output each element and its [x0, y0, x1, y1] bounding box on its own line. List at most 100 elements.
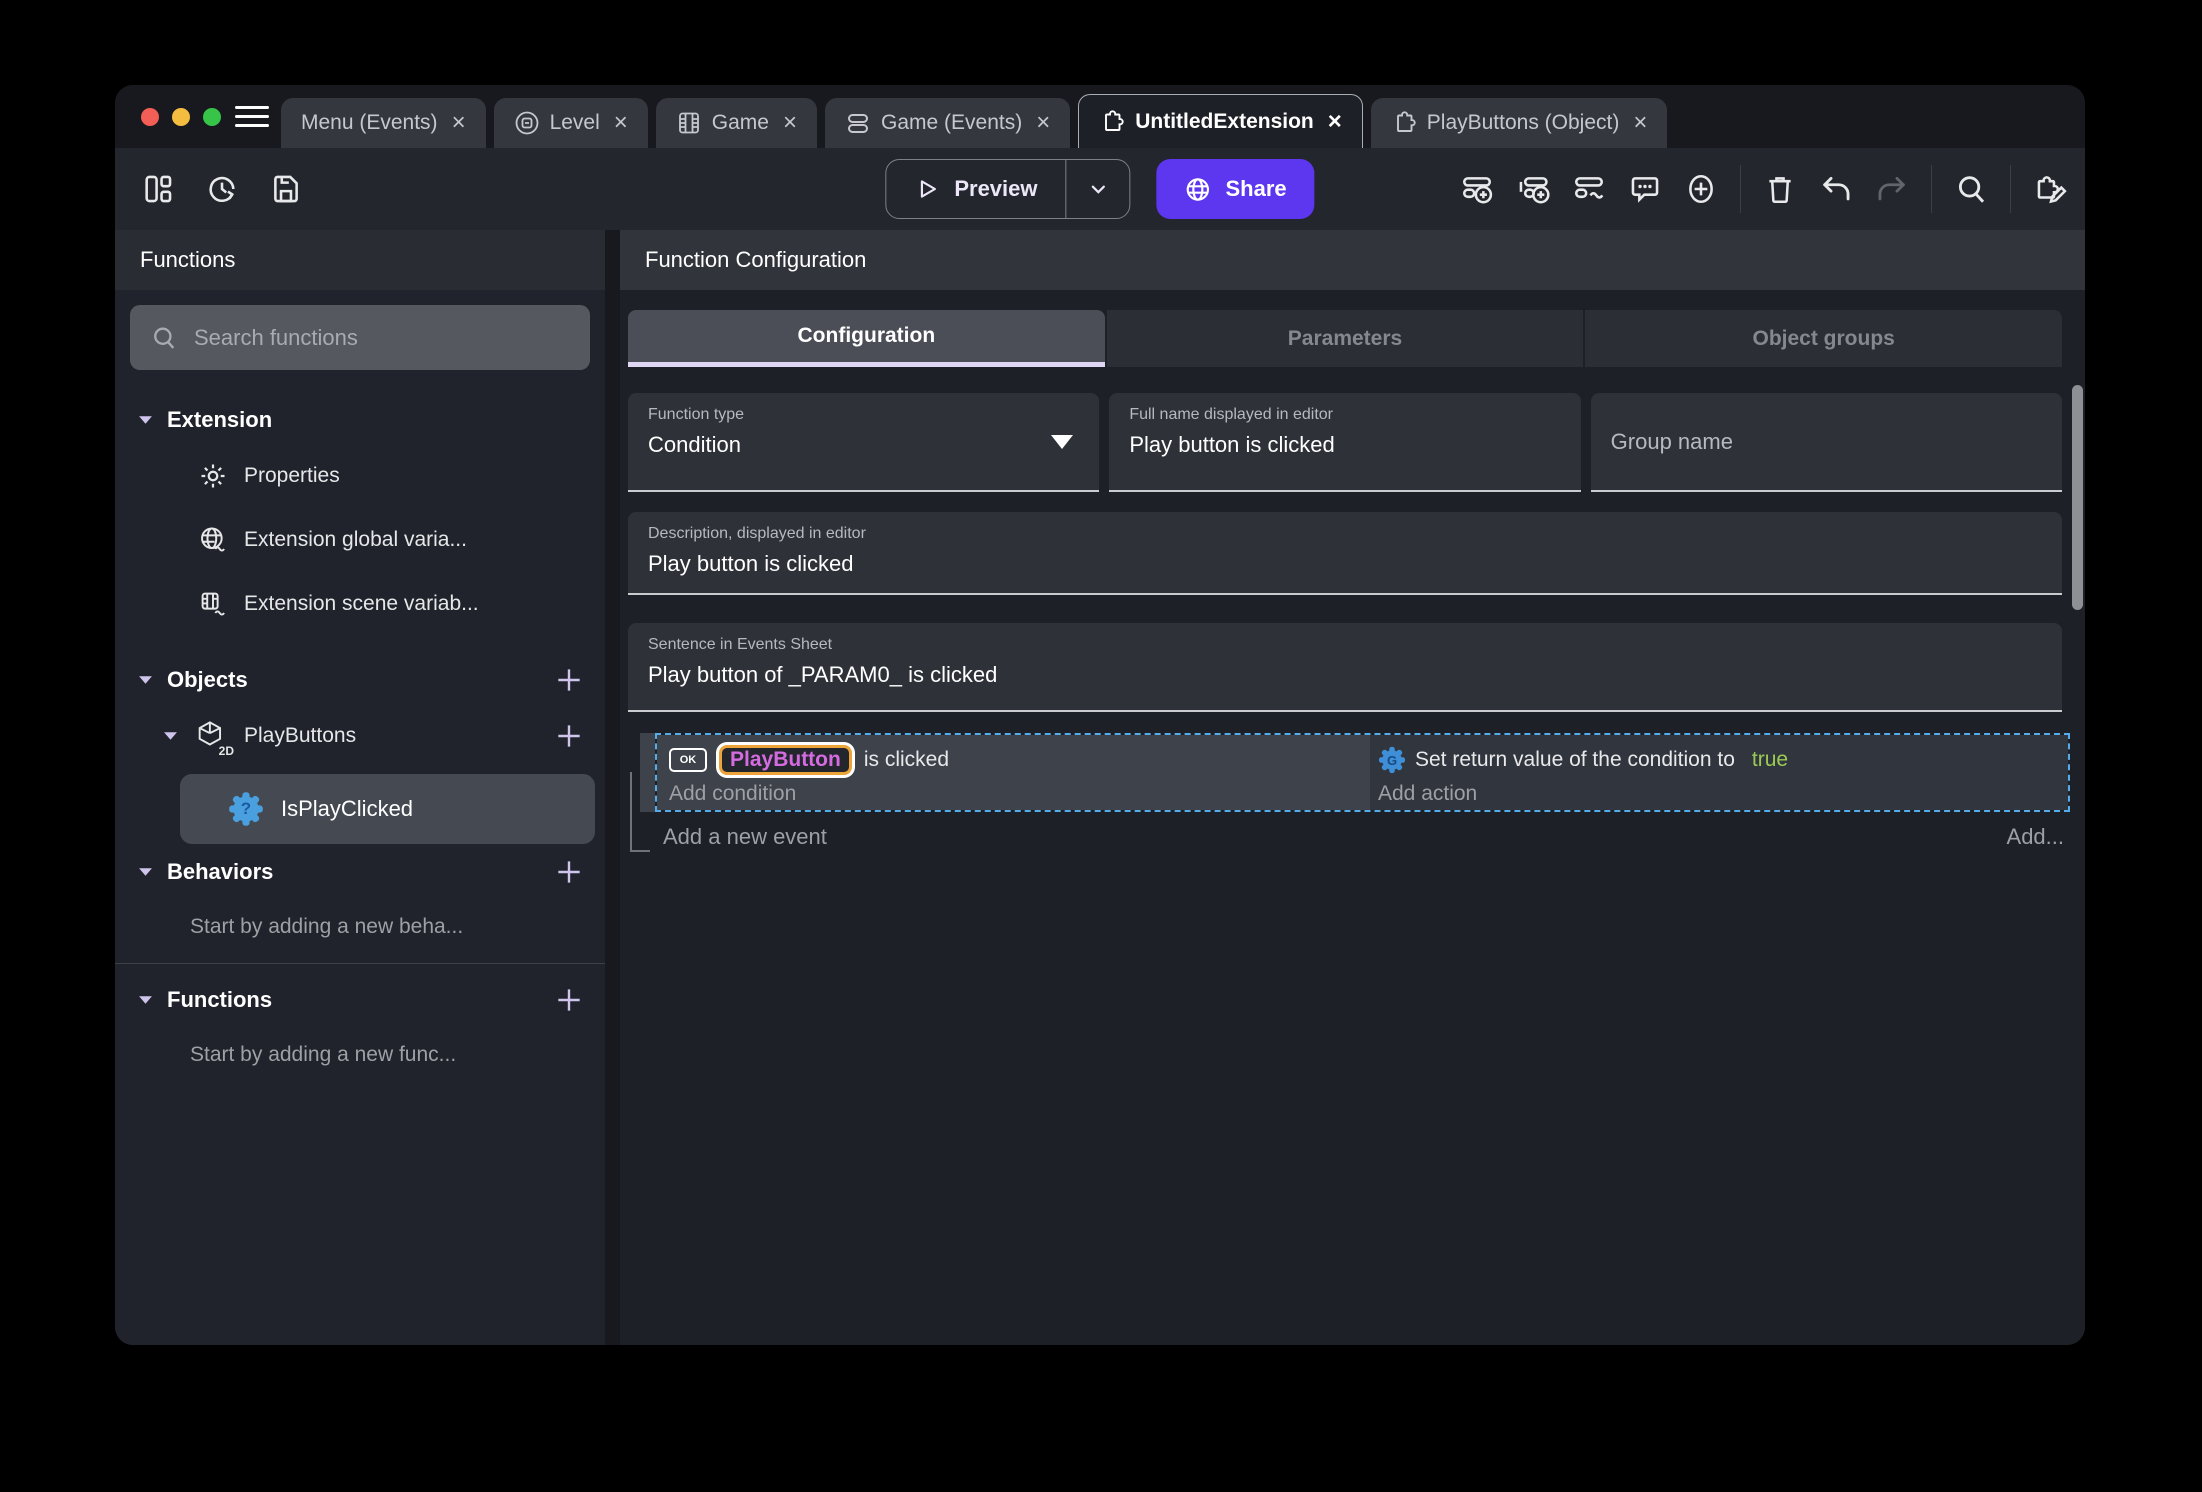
close-icon[interactable]: ×	[1032, 111, 1050, 135]
undo-icon[interactable]	[1819, 172, 1853, 206]
section-behaviors[interactable]: Behaviors	[115, 848, 605, 896]
dropdown-arrow-icon[interactable]	[1051, 435, 1074, 449]
history-icon[interactable]	[205, 172, 239, 206]
gear-icon	[198, 461, 228, 491]
section-extension[interactable]: Extension	[115, 396, 605, 444]
sidebar-item-extension-scene-variables[interactable]: Extension scene variab...	[115, 572, 605, 636]
add-circle-icon[interactable]	[1684, 172, 1718, 206]
description-field[interactable]: Description, displayed in editor Play bu…	[628, 512, 2062, 595]
minimize-window-button[interactable]	[172, 107, 190, 126]
tab-playbuttons-object[interactable]: PlayButtons (Object) ×	[1370, 98, 1668, 148]
button-object-icon: OK	[669, 748, 707, 772]
add-other-event-icon[interactable]	[1572, 172, 1606, 206]
chevron-down-icon[interactable]	[163, 731, 178, 741]
tab-game-events[interactable]: Game (Events) ×	[825, 98, 1071, 148]
close-icon[interactable]: ×	[1324, 109, 1342, 134]
window-body: Functions Extension Properties	[115, 230, 2085, 1345]
conditions-column[interactable]: OK PlayButton is clicked Add condition	[657, 735, 1370, 810]
tab-bar: Menu (Events) × Level × Game × Game (Eve…	[115, 85, 2085, 148]
preview-button[interactable]: Preview	[886, 160, 1065, 218]
add-function-button[interactable]	[553, 984, 585, 1016]
close-icon[interactable]: ×	[1629, 111, 1647, 135]
film-icon	[676, 110, 702, 136]
comment-icon[interactable]	[1628, 172, 1662, 206]
main-menu-icon[interactable]	[235, 85, 269, 148]
events-sheet-icon	[845, 110, 871, 136]
sentence-field[interactable]: Sentence in Events Sheet Play button of …	[628, 623, 2062, 712]
sidebar-item-extension-global-variables[interactable]: Extension global varia...	[115, 508, 605, 572]
save-icon[interactable]	[269, 172, 303, 206]
tab-configuration[interactable]: Configuration	[628, 310, 1105, 367]
2d-badge: 2D	[218, 744, 234, 758]
functions-sidebar: Functions Extension Properties	[115, 230, 605, 1345]
add-object-function-button[interactable]	[553, 720, 585, 752]
condition-object-chip[interactable]: PlayButton	[719, 745, 852, 775]
search-icon[interactable]	[1954, 172, 1988, 206]
condition-text: is clicked	[863, 748, 950, 771]
scene-icon	[514, 110, 540, 136]
tab-level[interactable]: Level ×	[493, 98, 648, 148]
redo-icon[interactable]	[1875, 172, 1909, 206]
main-scrollbar[interactable]	[2072, 385, 2083, 610]
panel-layout-icon[interactable]	[141, 172, 175, 206]
sidebar-item-playbuttons[interactable]: 2D PlayButtons	[115, 704, 605, 768]
editor-tabs: Menu (Events) × Level × Game × Game (Eve…	[281, 85, 1668, 148]
sidebar-item-isplayclicked[interactable]: ? IsPlayClicked	[180, 774, 595, 844]
close-icon[interactable]: ×	[610, 111, 628, 135]
app-window: Menu (Events) × Level × Game × Game (Eve…	[115, 85, 2085, 1345]
close-icon[interactable]: ×	[779, 111, 797, 135]
search-functions-box[interactable]	[130, 305, 590, 370]
add-new-event-button[interactable]: Add a new event	[663, 824, 827, 850]
tab-untitled-extension[interactable]: UntitledExtension ×	[1078, 94, 1363, 148]
tab-parameters[interactable]: Parameters	[1106, 310, 1584, 367]
tab-label: Level	[549, 111, 600, 134]
add-action-button[interactable]: Add action	[1378, 779, 2068, 809]
add-behavior-button[interactable]	[553, 856, 585, 888]
trash-icon[interactable]	[1763, 172, 1797, 206]
section-objects[interactable]: Objects	[115, 656, 605, 704]
toolbar-right	[1460, 165, 2067, 213]
tab-label: PlayButtons (Object)	[1426, 111, 1620, 134]
tab-label: Menu (Events)	[301, 111, 438, 134]
chevron-down-icon[interactable]	[138, 415, 153, 425]
event-row[interactable]: OK PlayButton is clicked Add condition G	[640, 733, 2070, 812]
add-object-button[interactable]	[553, 664, 585, 696]
tab-label: Game (Events)	[881, 111, 1023, 134]
search-functions-input[interactable]	[194, 324, 574, 351]
share-button[interactable]: Share	[1156, 159, 1315, 219]
function-type-select[interactable]: Function type Condition	[628, 393, 1100, 492]
tab-object-groups[interactable]: Object groups	[1585, 310, 2063, 367]
action-value[interactable]: true	[1752, 748, 1788, 772]
add-more-button[interactable]: Add...	[2007, 824, 2064, 850]
preview-options-button[interactable]	[1065, 160, 1130, 218]
toolbar-divider	[1740, 165, 1741, 213]
chevron-down-icon[interactable]	[138, 675, 153, 685]
add-condition-button[interactable]: Add condition	[669, 779, 1370, 809]
scene-variables-icon	[198, 589, 228, 619]
actions-column[interactable]: G Set return value of the condition to t…	[1370, 735, 2068, 810]
zoom-window-button[interactable]	[203, 107, 221, 126]
sidebar-item-properties[interactable]: Properties	[115, 444, 605, 508]
window-controls	[115, 85, 235, 148]
add-subevent-icon[interactable]	[1516, 172, 1550, 206]
selected-event[interactable]: OK PlayButton is clicked Add condition G	[655, 733, 2070, 812]
tab-menu-events[interactable]: Menu (Events) ×	[281, 98, 486, 148]
functions-empty-text: Start by adding a new func...	[190, 1043, 457, 1066]
event-indent-bracket	[630, 772, 650, 852]
add-event-icon[interactable]	[1460, 172, 1494, 206]
edit-extension-icon[interactable]	[2033, 172, 2067, 206]
group-name-field[interactable]: Group name	[1590, 393, 2062, 492]
toolbar-divider	[1931, 165, 1932, 213]
close-icon[interactable]: ×	[448, 111, 466, 135]
chevron-down-icon[interactable]	[138, 995, 153, 1005]
chevron-down-icon[interactable]	[138, 867, 153, 877]
close-window-button[interactable]	[141, 107, 159, 126]
tab-game[interactable]: Game ×	[655, 98, 817, 148]
tab-label: Game	[711, 111, 769, 134]
puzzle-icon	[1391, 110, 1417, 136]
section-functions[interactable]: Functions	[115, 976, 605, 1024]
function-condition-icon: ?	[228, 791, 264, 827]
share-label: Share	[1225, 176, 1287, 201]
tab-label: UntitledExtension	[1135, 109, 1314, 133]
full-name-field[interactable]: Full name displayed in editor Play butto…	[1109, 393, 1581, 492]
